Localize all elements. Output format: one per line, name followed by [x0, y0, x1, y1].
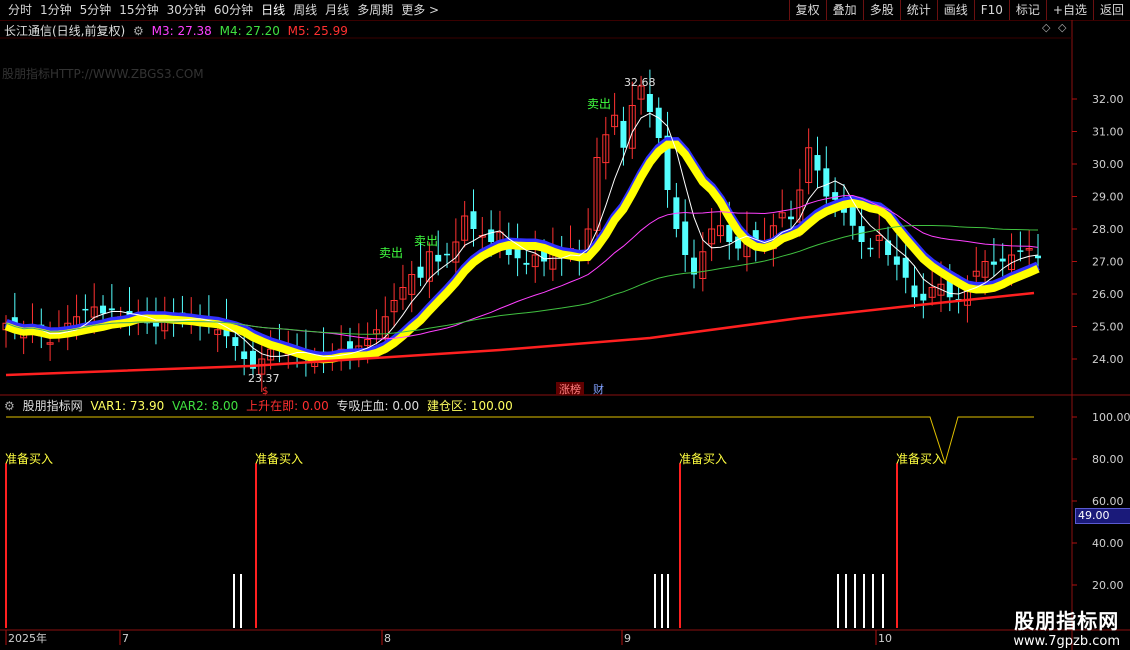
candle-body — [655, 107, 662, 138]
price-tick-label: 32.00 — [1092, 93, 1124, 106]
candle-body — [470, 211, 477, 229]
build-line — [6, 416, 1034, 465]
price-tick-label: 25.00 — [1092, 321, 1124, 334]
price-tick-label: 26.00 — [1092, 288, 1124, 301]
buy-signal-label: 准备买入 — [255, 452, 303, 466]
sell-signal: 卖出 — [414, 234, 438, 248]
buy-signal-label: 准备买入 — [5, 452, 53, 466]
candle-body — [417, 266, 424, 278]
sell-signal: 卖出 — [379, 246, 403, 260]
indicator-settings-icon[interactable]: ⚙ — [4, 399, 15, 413]
price-tick-label: 31.00 — [1092, 126, 1124, 139]
brand-name: 股朋指标网 — [1014, 609, 1120, 633]
absorb-value: 专吸庄血: 0.00 — [336, 399, 420, 413]
ma-white — [5, 112, 1039, 357]
ma-red — [5, 291, 1035, 377]
ind-tick-label: 40.00 — [1092, 537, 1124, 550]
chart-canvas[interactable]: 32.00 31.00 30.00 29.00 28.00 27.00 26.00 25.00… — [0, 0, 1130, 650]
candle-body — [823, 168, 830, 197]
build-value: 建仓区: 100.00 — [426, 399, 513, 413]
price-tick-label: 27.00 — [1092, 256, 1124, 269]
date-label: 7 — [122, 632, 129, 645]
dollar-mark: $ — [262, 386, 268, 397]
candle-body — [788, 216, 795, 220]
cai-badge: 财 — [593, 382, 604, 396]
candle-body — [999, 258, 1006, 262]
candle-body — [646, 94, 653, 112]
candle-body — [902, 257, 909, 278]
candle-body — [893, 256, 900, 265]
candle-body — [814, 155, 821, 171]
rise-value: 上升在即: 0.00 — [246, 399, 329, 413]
indicator-info: ⚙ 股朋指标网 VAR1: 73.90 VAR2: 8.00 上升在即: 0.0… — [4, 397, 517, 414]
candle-body — [523, 262, 530, 265]
buy-signal-label: 准备买入 — [896, 452, 944, 466]
candle-body — [488, 229, 495, 242]
ind-tick-label: 20.00 — [1092, 579, 1124, 592]
brand-url: www.7gpzb.com — [1013, 634, 1120, 649]
date-label: 8 — [384, 632, 391, 645]
candle-body — [832, 192, 839, 200]
price-tick-label: 28.00 — [1092, 223, 1124, 236]
candle-body — [849, 206, 856, 226]
indicator-current-value: 49.00 — [1075, 508, 1130, 524]
candle-body — [82, 308, 89, 311]
ind-tick-label: 80.00 — [1092, 453, 1124, 466]
date-label: 9 — [624, 632, 631, 645]
var1-value: VAR1: 73.90 — [90, 399, 165, 413]
ma-band-yellow — [4, 140, 1040, 364]
price-tick-label: 29.00 — [1092, 191, 1124, 204]
candle-body — [241, 351, 248, 359]
price-tick-label: 24.00 — [1092, 353, 1124, 366]
price-tick-label: 30.00 — [1092, 158, 1124, 171]
date-label: 10 — [878, 632, 892, 645]
candle-body — [867, 247, 874, 250]
candle-body — [444, 253, 451, 256]
buy-signal-label: 准备买入 — [679, 452, 727, 466]
candle-body — [911, 285, 918, 298]
var2-value: VAR2: 8.00 — [172, 399, 239, 413]
indicator-name[interactable]: 股朋指标网 — [23, 399, 83, 413]
ind-tick-label: 100.00 — [1092, 411, 1130, 424]
brand-watermark: 股朋指标网 www.7gpzb.com — [1013, 605, 1120, 649]
candle-body — [620, 120, 627, 148]
candle-body — [232, 337, 239, 346]
date-label: 2025年 — [8, 631, 47, 645]
low-label: 23.37 — [248, 372, 280, 385]
zhangting-badge: 涨榜 — [559, 382, 581, 396]
sell-signal: 卖出 — [587, 97, 611, 111]
candle-body — [100, 305, 107, 314]
candle-body — [1035, 255, 1041, 259]
high-label: 32.68 — [624, 76, 656, 89]
candle-body — [990, 261, 997, 265]
candle-body — [108, 308, 115, 311]
ind-tick-label: 60.00 — [1092, 495, 1124, 508]
candle-body — [1017, 250, 1024, 252]
candle-body — [920, 293, 927, 301]
candle-body — [682, 221, 689, 255]
candle-body — [435, 254, 442, 262]
